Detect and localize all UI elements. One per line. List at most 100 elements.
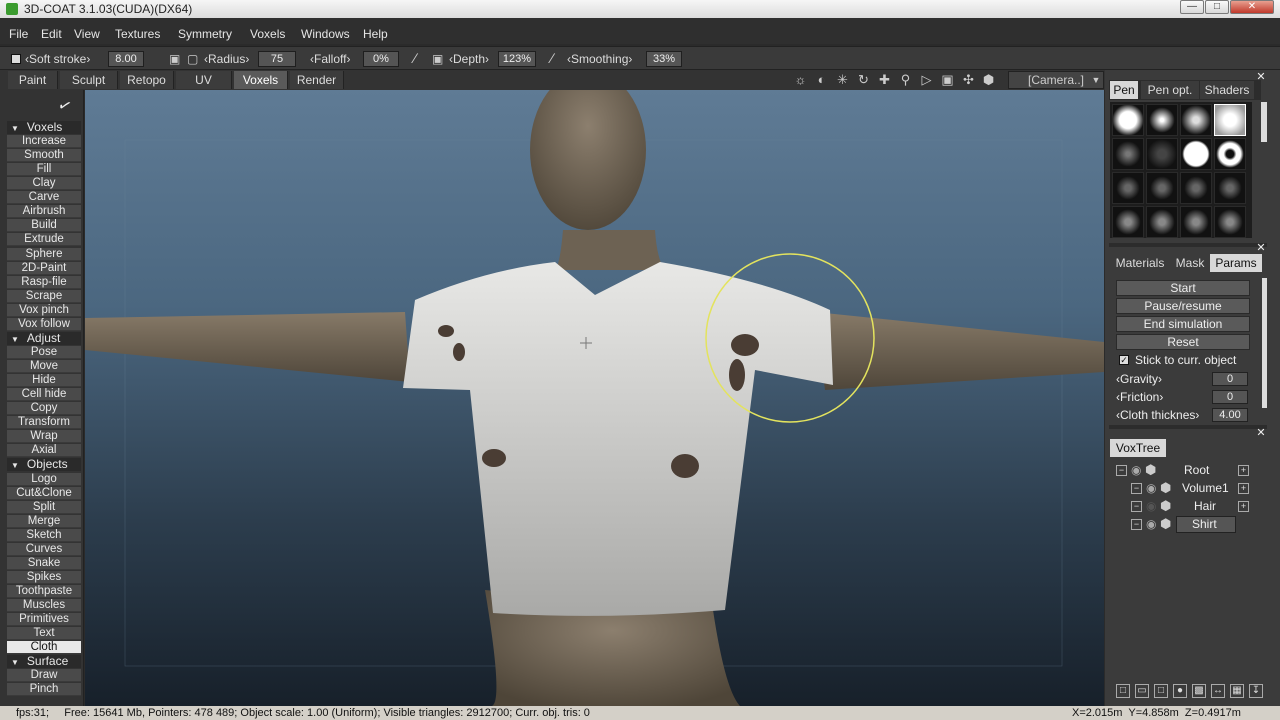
tool-increase[interactable]: Increase bbox=[7, 135, 81, 148]
tool-fill[interactable]: Fill bbox=[7, 163, 81, 176]
tool-cell-hide[interactable]: Cell hide bbox=[7, 388, 81, 401]
brush-stamp3-icon[interactable] bbox=[1180, 206, 1212, 238]
clone-icon[interactable]: ▩ bbox=[1192, 684, 1206, 698]
depth-value[interactable]: 123% bbox=[498, 51, 536, 67]
tool-primitives[interactable]: Primitives bbox=[7, 613, 81, 626]
smoothing-value[interactable]: 33% bbox=[646, 51, 682, 67]
volume1-eye-icon[interactable]: ◉ bbox=[1146, 481, 1156, 495]
tab-shaders[interactable]: Shaders bbox=[1200, 81, 1254, 99]
tool-clay[interactable]: Clay bbox=[7, 177, 81, 190]
tool-vox-pinch[interactable]: Vox pinch bbox=[7, 304, 81, 317]
tool-vox-follow[interactable]: Vox follow bbox=[7, 318, 81, 331]
close-pen-panel-icon[interactable]: ✕ bbox=[1256, 72, 1266, 83]
brush-point-icon[interactable] bbox=[1146, 104, 1178, 136]
brush-splatter-icon[interactable] bbox=[1112, 138, 1144, 170]
tool-snake[interactable]: Snake bbox=[7, 557, 81, 570]
menu-symmetry[interactable]: Symmetry bbox=[178, 27, 232, 41]
tab-paint[interactable]: Paint bbox=[8, 71, 58, 89]
gravity-value[interactable]: 0 bbox=[1212, 372, 1248, 386]
brush-scatter4-icon[interactable] bbox=[1214, 172, 1246, 204]
brush-selected-icon[interactable] bbox=[1214, 104, 1246, 136]
tool-merge[interactable]: Merge bbox=[7, 515, 81, 528]
shirt-collapse-icon[interactable]: − bbox=[1131, 519, 1142, 530]
tool-airbrush[interactable]: Airbrush bbox=[7, 205, 81, 218]
menu-voxels[interactable]: Voxels bbox=[250, 27, 285, 41]
brush-stamp2-icon[interactable] bbox=[1146, 206, 1178, 238]
tool-split[interactable]: Split bbox=[7, 501, 81, 514]
params-scrollbar[interactable] bbox=[1262, 278, 1267, 408]
sphere-icon[interactable]: ● bbox=[1173, 684, 1187, 698]
tool-2d-paint[interactable]: 2D-Paint bbox=[7, 262, 81, 275]
tool-transform[interactable]: Transform bbox=[7, 416, 81, 429]
tool-pinch[interactable]: Pinch bbox=[7, 683, 81, 696]
end-simulation-button[interactable]: End simulation bbox=[1116, 316, 1250, 332]
tool-move[interactable]: Move bbox=[7, 360, 81, 373]
tab-params[interactable]: Params bbox=[1210, 254, 1262, 272]
maximize-button[interactable]: □ bbox=[1205, 0, 1229, 14]
lock-icon[interactable]: ▣ bbox=[169, 52, 180, 66]
contrast-icon[interactable]: ◐ bbox=[814, 72, 829, 87]
category-surface[interactable]: ▼ Surface bbox=[7, 655, 81, 668]
tab-pen-opt[interactable]: Pen opt. bbox=[1141, 81, 1199, 99]
tool-cloth[interactable]: Cloth bbox=[7, 641, 81, 654]
menu-file[interactable]: File bbox=[9, 27, 28, 41]
tool-carve[interactable]: Carve bbox=[7, 191, 81, 204]
layer-icon[interactable]: □ bbox=[1154, 684, 1168, 698]
close-button[interactable]: ✕ bbox=[1230, 0, 1274, 14]
tab-render[interactable]: Render bbox=[290, 71, 344, 89]
tool-scrape[interactable]: Scrape bbox=[7, 290, 81, 303]
zoom-icon[interactable]: ⚲ bbox=[898, 72, 913, 87]
tab-retopo[interactable]: Retopo bbox=[120, 71, 174, 89]
voxtree-item-root[interactable]: Root bbox=[1184, 462, 1209, 478]
volume1-add-icon[interactable]: + bbox=[1238, 483, 1249, 494]
brush-ring-icon[interactable] bbox=[1214, 138, 1246, 170]
delete-volume-icon[interactable]: ▭ bbox=[1135, 684, 1149, 698]
tool-cut-clone[interactable]: Cut&Clone bbox=[7, 487, 81, 500]
voxtree-item-shirt[interactable]: Shirt bbox=[1192, 516, 1217, 532]
play-icon[interactable]: ▷ bbox=[919, 72, 934, 87]
hair-add-icon[interactable]: + bbox=[1238, 501, 1249, 512]
tool-rasp-file[interactable]: Rasp-file bbox=[7, 276, 81, 289]
brush-scatter2-icon[interactable] bbox=[1146, 172, 1178, 204]
tool-pose[interactable]: Pose bbox=[7, 346, 81, 359]
tool-wrap[interactable]: Wrap bbox=[7, 430, 81, 443]
reset-button[interactable]: Reset bbox=[1116, 334, 1250, 350]
stick-checkbox[interactable]: ✓ bbox=[1119, 355, 1129, 365]
tool-muscles[interactable]: Muscles bbox=[7, 599, 81, 612]
close-params-panel-icon[interactable]: ✕ bbox=[1256, 243, 1266, 254]
tab-pen[interactable]: Pen bbox=[1110, 81, 1138, 99]
tool-draw[interactable]: Draw bbox=[7, 669, 81, 682]
camera-dropdown-icon[interactable]: ▼ bbox=[1089, 72, 1103, 88]
hair-eye-icon[interactable]: ◉ bbox=[1146, 499, 1156, 513]
thickness-value[interactable]: 4.00 bbox=[1212, 408, 1248, 422]
brush-medium-icon[interactable] bbox=[1180, 104, 1212, 136]
tool-toothpaste[interactable]: Toothpaste bbox=[7, 585, 81, 598]
tool-logo[interactable]: Logo bbox=[7, 473, 81, 486]
swap-icon[interactable]: ↔ bbox=[1211, 684, 1225, 698]
brush-stamp4-icon[interactable] bbox=[1214, 206, 1246, 238]
root-eye-icon[interactable]: ◉ bbox=[1131, 463, 1141, 477]
category-voxels[interactable]: ▼ Voxels bbox=[7, 121, 81, 134]
brush-soft-icon[interactable] bbox=[1112, 104, 1144, 136]
menu-windows[interactable]: Windows bbox=[301, 27, 350, 41]
cube-view-icon[interactable]: ⬢ bbox=[981, 72, 996, 87]
menu-view[interactable]: View bbox=[74, 27, 100, 41]
smoothing-pen-icon[interactable]: ∕ bbox=[551, 50, 553, 66]
tool-hide[interactable]: Hide bbox=[7, 374, 81, 387]
tool-spikes[interactable]: Spikes bbox=[7, 571, 81, 584]
pause-resume-button[interactable]: Pause/resume bbox=[1116, 298, 1250, 314]
tool-extrude[interactable]: Extrude bbox=[7, 233, 81, 246]
brush-scrollbar[interactable] bbox=[1261, 102, 1267, 142]
tool-smooth[interactable]: Smooth bbox=[7, 149, 81, 162]
brush-hard-icon[interactable] bbox=[1180, 138, 1212, 170]
tab-voxels[interactable]: Voxels bbox=[234, 71, 288, 89]
tool-copy[interactable]: Copy bbox=[7, 402, 81, 415]
friction-value[interactable]: 0 bbox=[1212, 390, 1248, 404]
rotate-icon[interactable]: ↻ bbox=[856, 72, 871, 87]
light-icon[interactable]: ☼ bbox=[793, 72, 808, 87]
tool-curves[interactable]: Curves bbox=[7, 543, 81, 556]
category-objects[interactable]: ▼ Objects bbox=[7, 458, 81, 471]
tool-sphere[interactable]: Sphere bbox=[7, 248, 81, 261]
depth-lock-icon[interactable]: ▣ bbox=[432, 52, 443, 66]
menu-textures[interactable]: Textures bbox=[115, 27, 160, 41]
